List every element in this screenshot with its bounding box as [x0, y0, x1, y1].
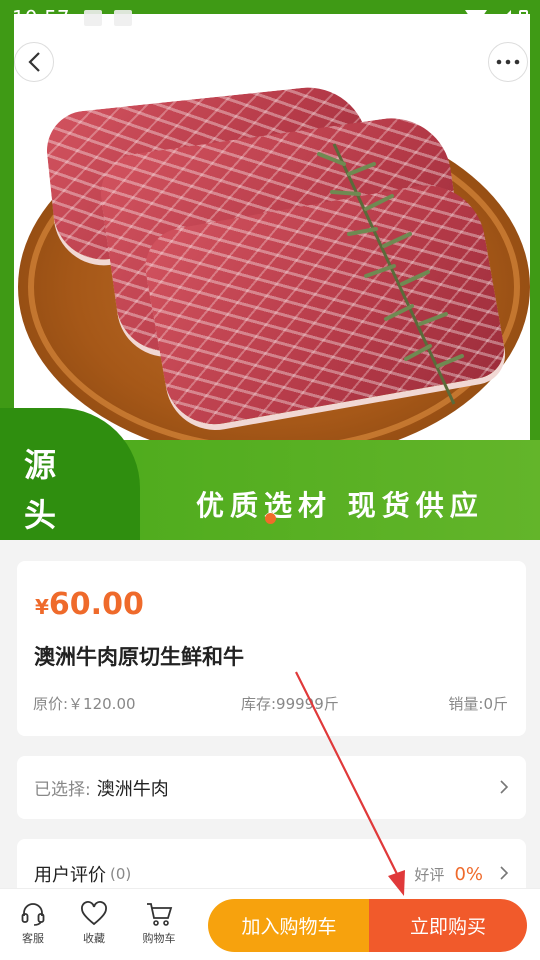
rosemary-garnish — [317, 143, 464, 405]
current-price: ¥60.00 — [35, 587, 144, 622]
favorite-tab[interactable]: 收藏 — [64, 901, 124, 946]
wifi-icon — [465, 10, 487, 26]
chevron-left-icon — [28, 52, 40, 72]
chevron-right-icon — [499, 776, 509, 800]
cart-label: 购物车 — [142, 932, 176, 945]
selected-label: 已选择: — [34, 780, 91, 800]
carousel-indicator[interactable] — [265, 513, 276, 524]
reviews-label: 用户评价 — [34, 865, 106, 886]
price-card: ¥60.00 澳洲牛肉原切生鲜和牛 原价:￥120.00 库存:99999斤 销… — [17, 561, 526, 736]
back-button[interactable] — [14, 42, 54, 82]
text-notification-icon — [113, 10, 132, 26]
spec-selector[interactable]: 已选择: 澳洲牛肉 — [17, 756, 526, 819]
original-price: 原价:￥120.00 — [33, 695, 136, 713]
stock-count: 库存:99999斤 — [241, 695, 339, 713]
good-review-label: 好评 — [414, 865, 445, 884]
selected-value: 澳洲牛肉 — [96, 778, 169, 800]
banner-slogan: 优质选材 现货供应 — [196, 489, 484, 522]
image-notification-icon — [83, 10, 102, 26]
shopping-cart-icon — [147, 903, 173, 926]
service-label: 客服 — [22, 932, 44, 945]
product-image-banner[interactable]: 源头 工厂 优质选材 现货供应 — [0, 0, 540, 540]
signal-icon — [495, 10, 511, 26]
product-photo — [14, 14, 530, 462]
good-review-rate: 0% — [454, 863, 483, 885]
battery-icon — [519, 9, 528, 27]
reviews-count: (0) — [110, 865, 132, 883]
more-button[interactable] — [488, 42, 528, 82]
favorite-label: 收藏 — [83, 932, 105, 945]
product-title: 澳洲牛肉原切生鲜和牛 — [34, 645, 244, 669]
headset-icon — [21, 903, 45, 926]
buy-now-button[interactable]: 立即购买 — [369, 899, 527, 952]
cart-tab[interactable]: 购物车 — [129, 901, 189, 946]
bottom-action-bar: 客服 收藏 购物车 加入购物车 立即购买 — [0, 888, 540, 960]
customer-service-tab[interactable]: 客服 — [3, 901, 63, 946]
status-time: 10:57 — [12, 6, 70, 30]
chevron-right-icon — [499, 862, 509, 886]
status-bar: 10:57 — [0, 0, 540, 36]
heart-icon — [81, 901, 107, 926]
badge-text: 源头 工厂 — [24, 446, 71, 534]
more-dots-icon — [496, 59, 520, 65]
sales-count: 销量:0斤 — [448, 695, 508, 713]
add-to-cart-button[interactable]: 加入购物车 — [208, 899, 370, 952]
